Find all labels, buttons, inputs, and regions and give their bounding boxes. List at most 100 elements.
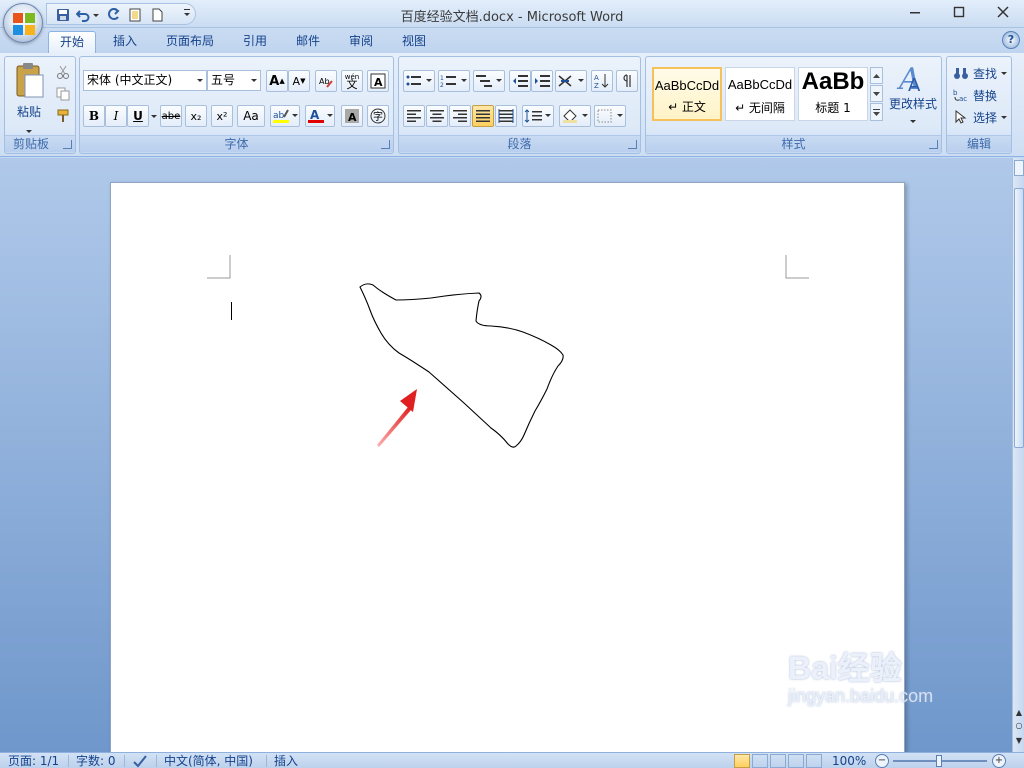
- bullets-button[interactable]: [403, 70, 435, 92]
- scroll-browse-object[interactable]: ○: [1014, 720, 1024, 732]
- distributed-button[interactable]: [495, 105, 517, 127]
- tab-mailings[interactable]: 邮件: [283, 31, 333, 53]
- align-left-button[interactable]: [403, 105, 425, 127]
- justify-button[interactable]: [472, 105, 494, 127]
- title-bar: 百度经验文档.docx - Microsoft Word: [0, 0, 1024, 28]
- view-web-layout[interactable]: [770, 754, 786, 768]
- strikethrough-button[interactable]: abe: [160, 105, 182, 127]
- scroll-browse-prev[interactable]: ▲: [1014, 708, 1024, 718]
- svg-text:A: A: [908, 75, 921, 95]
- bold-button[interactable]: B: [83, 105, 105, 127]
- styles-scroll-up[interactable]: [870, 67, 883, 84]
- align-center-button[interactable]: [426, 105, 448, 127]
- show-marks-button[interactable]: [616, 70, 638, 92]
- clear-formatting-button[interactable]: Ab: [315, 70, 337, 92]
- shrink-font-button[interactable]: A ▼: [288, 70, 310, 92]
- decrease-indent-button[interactable]: [509, 70, 531, 92]
- svg-text:ab: ab: [273, 111, 285, 121]
- shading-button[interactable]: [559, 105, 591, 127]
- change-case-button[interactable]: Aa: [237, 105, 265, 127]
- ruler-toggle-icon[interactable]: [1014, 160, 1024, 176]
- maximize-button[interactable]: [936, 0, 982, 24]
- underline-button[interactable]: U: [127, 105, 149, 127]
- styles-dialog-launcher[interactable]: [929, 140, 938, 149]
- phonetic-guide-button[interactable]: wén 文: [341, 70, 363, 92]
- office-button[interactable]: [3, 3, 43, 43]
- editing-group-label: 编辑: [947, 135, 1011, 152]
- numbering-button[interactable]: 12: [438, 70, 470, 92]
- copy-icon[interactable]: [52, 83, 74, 105]
- styles-more[interactable]: [870, 103, 883, 121]
- character-border-button[interactable]: A: [367, 70, 389, 92]
- zoom-slider-thumb[interactable]: [936, 755, 942, 767]
- tab-home[interactable]: 开始: [48, 31, 96, 53]
- font-dialog-launcher[interactable]: [381, 140, 390, 149]
- clipboard-group: 粘贴 剪贴板: [4, 56, 76, 154]
- insert-mode-indicator[interactable]: 插入: [274, 754, 298, 768]
- vertical-scrollbar[interactable]: ▲ ○ ▼: [1012, 158, 1024, 752]
- font-color-button[interactable]: A: [305, 105, 335, 127]
- multilevel-list-button[interactable]: [473, 70, 505, 92]
- underline-dropdown-icon[interactable]: [149, 105, 159, 127]
- format-painter-icon[interactable]: [52, 105, 74, 127]
- paste-icon: [16, 63, 44, 98]
- align-right-button[interactable]: [449, 105, 471, 127]
- highlight-color-button[interactable]: ab: [270, 105, 300, 127]
- chinese-layout-button[interactable]: [555, 70, 587, 92]
- increase-indent-button[interactable]: [531, 70, 553, 92]
- clipboard-dialog-launcher[interactable]: [63, 140, 72, 149]
- scrollbar-thumb[interactable]: [1014, 188, 1024, 448]
- editing-group: 查找 b ac 替换 选择 编辑: [946, 56, 1012, 154]
- styles-scroll-down[interactable]: [870, 85, 883, 102]
- superscript-button[interactable]: x²: [211, 105, 233, 127]
- svg-text:字: 字: [373, 110, 383, 123]
- close-button[interactable]: [980, 0, 1024, 24]
- find-button[interactable]: 查找: [953, 63, 1008, 83]
- character-shading-button[interactable]: A: [341, 105, 363, 127]
- replace-label: 替换: [973, 88, 998, 103]
- font-size-select[interactable]: 五号: [207, 70, 261, 91]
- change-styles-button[interactable]: A A 更改样式: [886, 61, 940, 131]
- style-heading-1[interactable]: AaBb 标题 1: [798, 67, 868, 121]
- font-name-select[interactable]: 宋体 (中文正文): [83, 70, 207, 91]
- language-indicator[interactable]: 中文(简体, 中国): [164, 754, 253, 768]
- tab-insert[interactable]: 插入: [100, 31, 150, 53]
- font-group: 宋体 (中文正文) 五号 A ▲ A ▼ Ab wén 文 A B I U abe …: [79, 56, 394, 154]
- view-full-screen-reading[interactable]: [752, 754, 768, 768]
- word-count[interactable]: 字数: 0: [76, 754, 116, 768]
- sort-button[interactable]: AZ: [591, 70, 613, 92]
- style-no-spacing[interactable]: AaBbCcDd ↵ 无间隔: [725, 67, 795, 121]
- help-button[interactable]: ?: [1002, 31, 1020, 49]
- document-page[interactable]: [110, 182, 905, 752]
- replace-button[interactable]: b ac 替换: [953, 85, 997, 105]
- paragraph-dialog-launcher[interactable]: [628, 140, 637, 149]
- tab-references[interactable]: 引用: [230, 31, 280, 53]
- cut-icon[interactable]: [52, 61, 74, 83]
- select-label: 选择: [973, 110, 998, 125]
- proofing-icon[interactable]: [132, 754, 148, 768]
- paste-button[interactable]: 粘贴: [9, 61, 49, 133]
- tab-review[interactable]: 审阅: [336, 31, 386, 53]
- style-normal-name: ↵ 正文: [668, 100, 706, 114]
- grow-font-button[interactable]: A ▲: [266, 70, 288, 92]
- view-outline[interactable]: [788, 754, 804, 768]
- minimize-button[interactable]: [892, 0, 938, 24]
- line-spacing-button[interactable]: [522, 105, 554, 127]
- enclose-characters-button[interactable]: 字: [367, 105, 389, 127]
- borders-button[interactable]: [594, 105, 626, 127]
- view-print-layout[interactable]: [734, 754, 750, 768]
- style-heading-1-sample: AaBb: [801, 68, 865, 95]
- zoom-out-button[interactable]: −: [875, 754, 889, 768]
- page-count[interactable]: 页面: 1/1: [8, 754, 59, 768]
- subscript-button[interactable]: x₂: [185, 105, 207, 127]
- style-normal[interactable]: AaBbCcDd ↵ 正文: [652, 67, 722, 121]
- italic-button[interactable]: I: [105, 105, 127, 127]
- view-draft[interactable]: [806, 754, 822, 768]
- zoom-in-button[interactable]: +: [992, 754, 1006, 768]
- select-button[interactable]: 选择: [953, 107, 1008, 127]
- tab-page-layout[interactable]: 页面布局: [156, 31, 224, 53]
- zoom-level[interactable]: 100%: [832, 754, 866, 768]
- freehand-shape[interactable]: [359, 283, 564, 448]
- scroll-browse-next[interactable]: ▼: [1014, 736, 1024, 746]
- tab-view[interactable]: 视图: [389, 31, 439, 53]
